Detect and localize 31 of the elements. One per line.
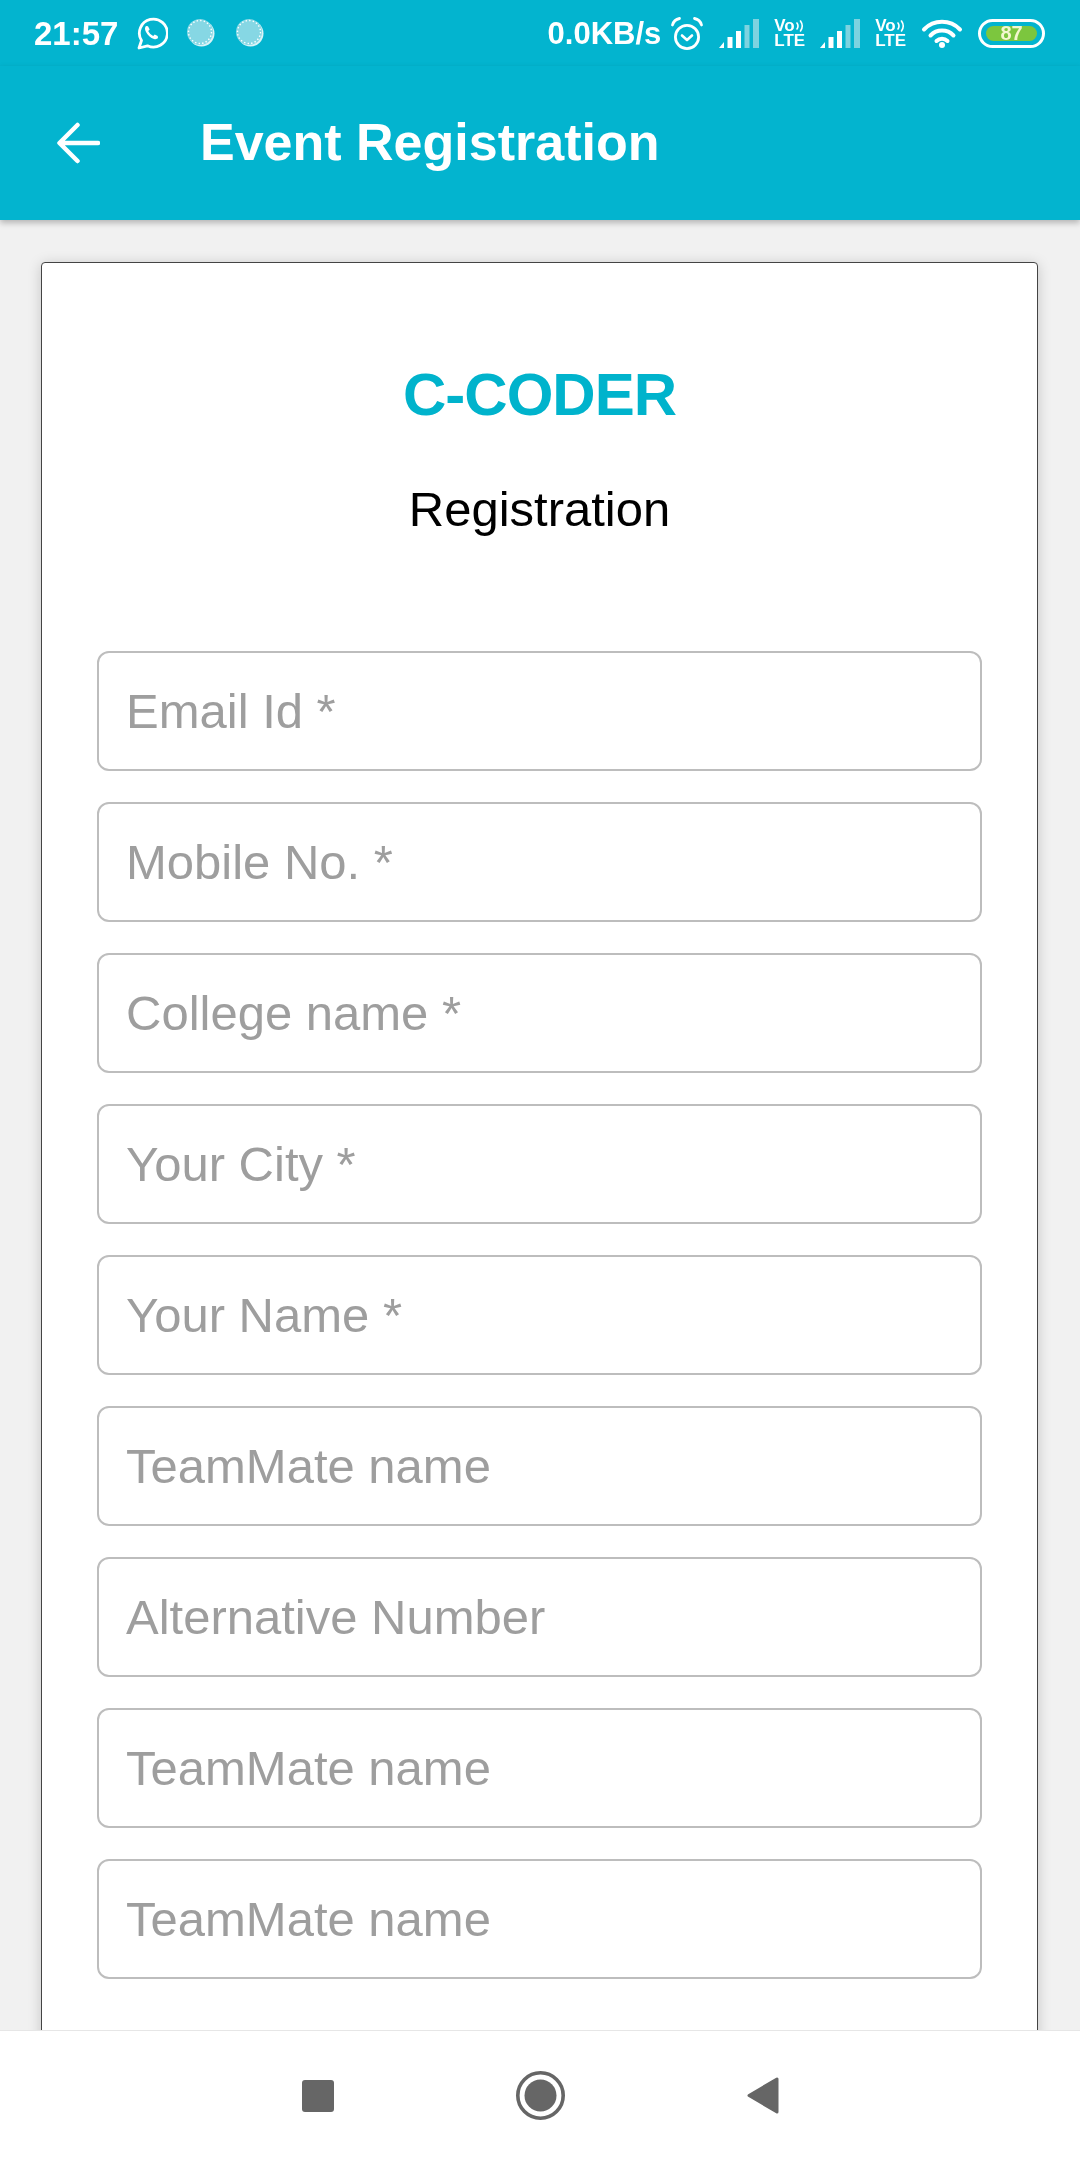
input-field[interactable]: TeamMate name	[97, 1707, 982, 1828]
network-speed: 0.0KB/s	[547, 17, 662, 49]
signal-icon	[719, 18, 760, 48]
dotted-circle-icon	[235, 18, 266, 48]
lte-label: LTE	[774, 33, 806, 48]
wifi-icon	[921, 18, 963, 48]
wave-icon	[896, 19, 906, 32]
input-field[interactable]: Alternative Number	[97, 1556, 982, 1677]
alarm-clock-icon	[670, 15, 705, 51]
wave-icon	[795, 19, 805, 32]
input-field[interactable]: TeamMate name	[97, 1858, 982, 1979]
recent-apps-icon[interactable]	[301, 2079, 334, 2112]
volte-label: Vo	[774, 18, 795, 33]
input-field[interactable]: TeamMate name	[97, 1405, 982, 1526]
input-field[interactable]: College name *	[97, 952, 982, 1073]
battery-percentage: 87	[1000, 23, 1023, 43]
battery-icon	[978, 18, 1045, 48]
back-icon[interactable]	[746, 2077, 779, 2114]
form-title: Registration	[408, 481, 671, 538]
signal-icon	[820, 18, 861, 48]
lte-label: LTE	[875, 33, 906, 48]
volte-label: Vo	[875, 18, 896, 33]
app-bar-title: Event Registration	[200, 113, 660, 173]
input-field[interactable]: Mobile No. *	[97, 801, 982, 922]
input-field[interactable]: Your City *	[97, 1103, 982, 1224]
logo-text: C-CODER	[403, 365, 676, 425]
input-field[interactable]: Your Name *	[97, 1254, 982, 1375]
dotted-circle-icon	[186, 18, 217, 48]
status-time: 21:57	[34, 16, 119, 50]
input-field[interactable]: Email Id *	[97, 650, 982, 771]
home-icon[interactable]	[515, 2071, 565, 2120]
